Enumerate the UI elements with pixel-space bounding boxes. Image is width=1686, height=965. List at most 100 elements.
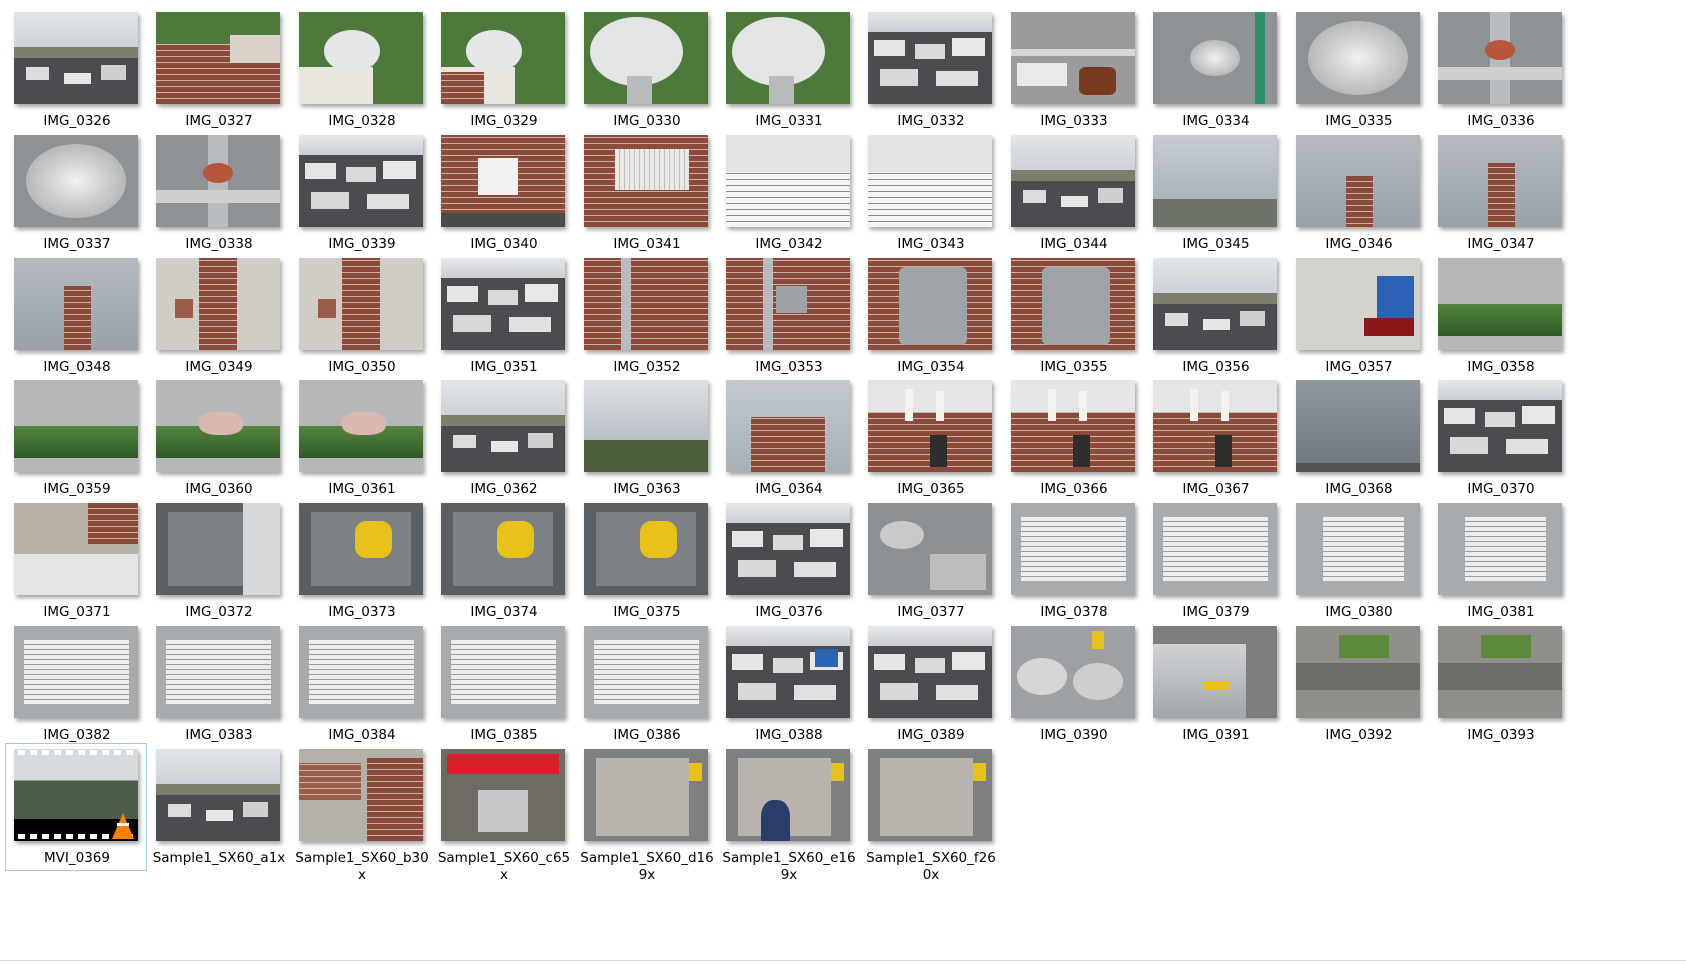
file-item[interactable]: IMG_0389 (859, 620, 1001, 748)
file-name: Sample1_SX60_c65x (437, 850, 571, 883)
file-item[interactable]: IMG_0383 (147, 620, 289, 748)
image-thumbnail (1011, 503, 1135, 595)
file-name: IMG_0380 (1325, 604, 1393, 620)
file-item[interactable]: IMG_0326 (5, 6, 147, 134)
file-item[interactable]: Sample1_SX60_b30x (290, 743, 432, 883)
image-thumbnail (1153, 380, 1277, 472)
file-item[interactable]: IMG_0329 (432, 6, 574, 134)
image-thumbnail (868, 258, 992, 350)
file-item[interactable]: IMG_0367 (1144, 374, 1286, 502)
file-name: IMG_0328 (328, 113, 396, 129)
file-item[interactable]: IMG_0358 (1429, 252, 1571, 380)
image-thumbnail (14, 135, 138, 227)
image-thumbnail (1153, 258, 1277, 350)
file-item[interactable]: IMG_0382 (5, 620, 147, 748)
file-item[interactable]: IMG_0353 (717, 252, 859, 380)
file-item[interactable]: IMG_0366 (1002, 374, 1144, 502)
file-item[interactable]: IMG_0343 (859, 129, 1001, 257)
file-item[interactable]: IMG_0385 (432, 620, 574, 748)
image-thumbnail (1011, 626, 1135, 718)
file-item[interactable]: IMG_0352 (575, 252, 717, 380)
file-item[interactable]: IMG_0361 (290, 374, 432, 502)
file-item[interactable]: IMG_0331 (717, 6, 859, 134)
file-item[interactable]: IMG_0365 (859, 374, 1001, 502)
file-name: IMG_0329 (470, 113, 538, 129)
image-thumbnail (299, 626, 423, 718)
file-item[interactable]: IMG_0356 (1144, 252, 1286, 380)
file-item[interactable]: IMG_0335 (1287, 6, 1429, 134)
file-item[interactable]: MVI_0369 (5, 743, 147, 871)
file-item[interactable]: IMG_0333 (1002, 6, 1144, 134)
file-item[interactable]: IMG_0336 (1429, 6, 1571, 134)
file-item[interactable]: IMG_0372 (147, 497, 289, 625)
file-item[interactable]: IMG_0345 (1144, 129, 1286, 257)
image-thumbnail (156, 258, 280, 350)
file-item[interactable]: IMG_0364 (717, 374, 859, 502)
file-item[interactable]: IMG_0362 (432, 374, 574, 502)
file-item[interactable]: IMG_0373 (290, 497, 432, 625)
file-item[interactable]: Sample1_SX60_f260x (859, 743, 1001, 883)
file-item[interactable]: IMG_0392 (1287, 620, 1429, 748)
file-item[interactable]: IMG_0327 (147, 6, 289, 134)
file-item[interactable]: IMG_0391 (1144, 620, 1286, 748)
file-name: IMG_0338 (185, 236, 253, 252)
file-item[interactable]: IMG_0371 (5, 497, 147, 625)
file-item[interactable]: IMG_0341 (575, 129, 717, 257)
file-item[interactable]: IMG_0393 (1429, 620, 1571, 748)
image-thumbnail (441, 626, 565, 718)
file-item[interactable]: IMG_0384 (290, 620, 432, 748)
file-item[interactable]: IMG_0378 (1002, 497, 1144, 625)
file-item[interactable]: IMG_0359 (5, 374, 147, 502)
file-item[interactable]: IMG_0370 (1429, 374, 1571, 502)
file-name: IMG_0337 (43, 236, 111, 252)
file-item[interactable]: Sample1_SX60_d169x (575, 743, 717, 883)
image-thumbnail (441, 12, 565, 104)
file-item[interactable]: Sample1_SX60_a1x (147, 743, 289, 871)
file-item[interactable]: IMG_0375 (575, 497, 717, 625)
file-item[interactable]: IMG_0379 (1144, 497, 1286, 625)
file-item[interactable]: IMG_0334 (1144, 6, 1286, 134)
file-item[interactable]: IMG_0350 (290, 252, 432, 380)
file-item[interactable]: IMG_0349 (147, 252, 289, 380)
file-item[interactable]: IMG_0381 (1429, 497, 1571, 625)
file-item[interactable]: IMG_0340 (432, 129, 574, 257)
file-item[interactable]: IMG_0344 (1002, 129, 1144, 257)
file-item[interactable]: IMG_0357 (1287, 252, 1429, 380)
file-item[interactable]: IMG_0351 (432, 252, 574, 380)
file-item[interactable]: IMG_0346 (1287, 129, 1429, 257)
file-item[interactable]: IMG_0330 (575, 6, 717, 134)
file-item[interactable]: IMG_0339 (290, 129, 432, 257)
file-item[interactable]: IMG_0332 (859, 6, 1001, 134)
file-name: IMG_0340 (470, 236, 538, 252)
file-item[interactable]: IMG_0377 (859, 497, 1001, 625)
file-item[interactable]: IMG_0328 (290, 6, 432, 134)
file-item[interactable]: IMG_0360 (147, 374, 289, 502)
image-thumbnail (1438, 258, 1562, 350)
image-thumbnail (584, 503, 708, 595)
file-item[interactable]: IMG_0338 (147, 129, 289, 257)
file-item[interactable]: IMG_0376 (717, 497, 859, 625)
file-item[interactable]: IMG_0363 (575, 374, 717, 502)
image-thumbnail (868, 380, 992, 472)
file-item[interactable]: Sample1_SX60_e169x (717, 743, 859, 883)
image-thumbnail (14, 503, 138, 595)
file-item[interactable]: Sample1_SX60_c65x (432, 743, 574, 883)
file-name: IMG_0343 (897, 236, 965, 252)
file-item[interactable]: IMG_0355 (1002, 252, 1144, 380)
file-item[interactable]: IMG_0348 (5, 252, 147, 380)
file-item[interactable]: IMG_0368 (1287, 374, 1429, 502)
image-thumbnail (868, 503, 992, 595)
file-name: IMG_0375 (613, 604, 681, 620)
file-item[interactable]: IMG_0388 (717, 620, 859, 748)
file-item[interactable]: IMG_0390 (1002, 620, 1144, 748)
file-item[interactable]: IMG_0374 (432, 497, 574, 625)
file-name: IMG_0341 (613, 236, 681, 252)
image-thumbnail (14, 12, 138, 104)
file-item[interactable]: IMG_0354 (859, 252, 1001, 380)
file-item[interactable]: IMG_0342 (717, 129, 859, 257)
file-item[interactable]: IMG_0337 (5, 129, 147, 257)
image-thumbnail (441, 258, 565, 350)
file-item[interactable]: IMG_0347 (1429, 129, 1571, 257)
file-item[interactable]: IMG_0380 (1287, 497, 1429, 625)
file-item[interactable]: IMG_0386 (575, 620, 717, 748)
